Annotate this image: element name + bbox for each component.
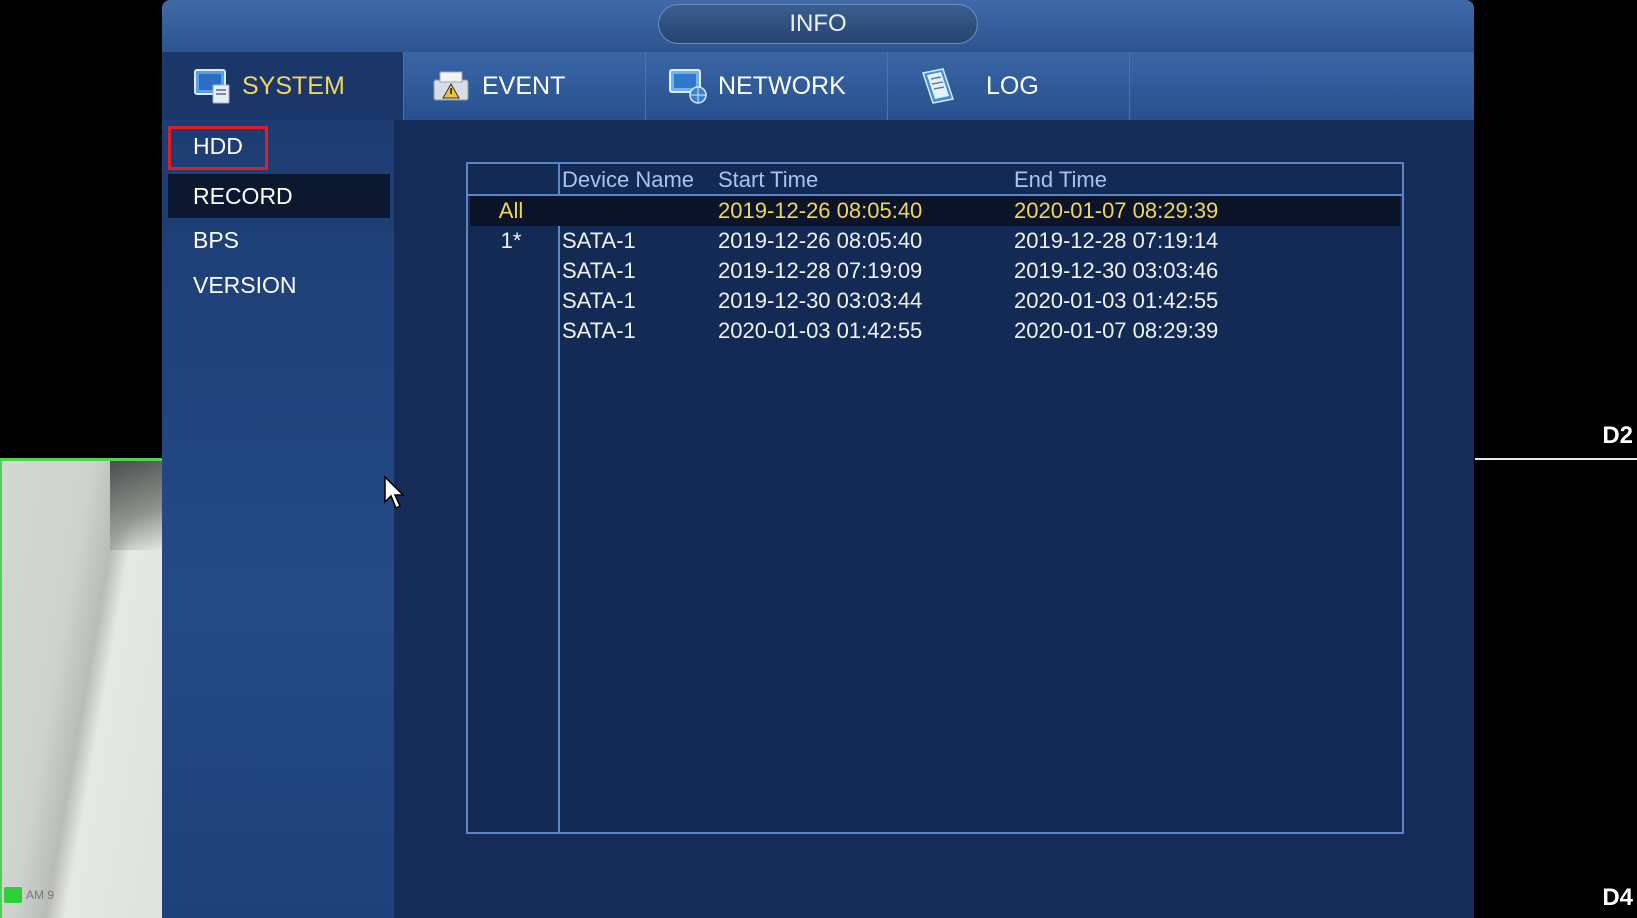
row-index: 1* (500, 228, 522, 253)
sidebar-item-record[interactable]: RECORD (168, 174, 390, 218)
record-table: Device Name Start Time End Time All 2019… (466, 162, 1404, 834)
selected-row-highlight (470, 196, 1400, 226)
row-end-time: 2019-12-30 03:03:46 (1014, 258, 1219, 283)
record-indicator-icon (4, 887, 22, 903)
info-window: INFO SYSTEM EVENT NETWORK LOG HDD RECORD… (162, 0, 1474, 918)
row-index: All (498, 198, 524, 223)
row-end-time: 2020-01-07 08:29:39 (1014, 318, 1219, 343)
tab-network-label: NETWORK (718, 71, 846, 100)
row-device: SATA-1 (562, 318, 636, 343)
row-end-time: 2020-01-03 01:42:55 (1014, 288, 1219, 313)
log-book-icon (918, 66, 958, 106)
record-info-panel: Device Name Start Time End Time All 2019… (394, 120, 1474, 918)
column-header-start-time: Start Time (718, 167, 819, 192)
camera-label-d2: D2 (1602, 422, 1633, 449)
tab-network[interactable]: NETWORK (646, 52, 888, 120)
warning-printer-icon (432, 66, 472, 106)
camera-status-text: AM 9 (26, 888, 55, 902)
title-bar: INFO (162, 0, 1474, 52)
row-start-time: 2019-12-26 08:05:40 (718, 228, 923, 253)
row-start-time: 2019-12-28 07:19:09 (718, 258, 923, 283)
camera-feed-left (0, 460, 162, 918)
mouse-cursor-icon (384, 476, 405, 510)
camera-divider-left (0, 458, 162, 461)
row-device: SATA-1 (562, 258, 636, 283)
hdd-highlight-box (168, 126, 268, 170)
sidebar-item-bps[interactable]: BPS (168, 218, 390, 262)
column-header-end-time: End Time (1014, 167, 1107, 192)
camera-label-d4: D4 (1602, 884, 1633, 911)
row-start-time: 2019-12-26 08:05:40 (718, 198, 923, 223)
tab-event[interactable]: EVENT (404, 52, 646, 120)
tab-system-label: SYSTEM (242, 71, 345, 100)
tab-event-label: EVENT (482, 71, 566, 100)
sidebar: HDD RECORD BPS VERSION (162, 120, 394, 918)
camera-feed-shadow (110, 460, 162, 550)
column-header-device-name: Device Name (562, 167, 695, 192)
row-device: SATA-1 (562, 228, 636, 253)
screen: D2 D4 AM 9 INFO SYSTEM EVENT NETWORK LOG… (0, 0, 1637, 918)
row-end-time: 2020-01-07 08:29:39 (1014, 198, 1219, 223)
tab-log[interactable]: LOG (888, 52, 1130, 120)
row-end-time: 2019-12-28 07:19:14 (1014, 228, 1219, 253)
camera-status: AM 9 (4, 887, 54, 903)
tab-bar: SYSTEM EVENT NETWORK LOG (162, 52, 1474, 120)
sidebar-item-version[interactable]: VERSION (168, 263, 390, 307)
tab-log-label: LOG (986, 71, 1039, 100)
row-device: SATA-1 (562, 288, 636, 313)
tab-system[interactable]: SYSTEM (162, 52, 404, 120)
network-globe-icon (668, 66, 708, 106)
camera-divider-right (1475, 458, 1637, 460)
index-column-divider (558, 164, 560, 832)
monitor-icon (192, 66, 232, 106)
camera-border-left (0, 460, 2, 918)
row-start-time: 2020-01-03 01:42:55 (718, 318, 923, 343)
row-start-time: 2019-12-30 03:03:44 (718, 288, 923, 313)
window-title: INFO (658, 4, 978, 44)
